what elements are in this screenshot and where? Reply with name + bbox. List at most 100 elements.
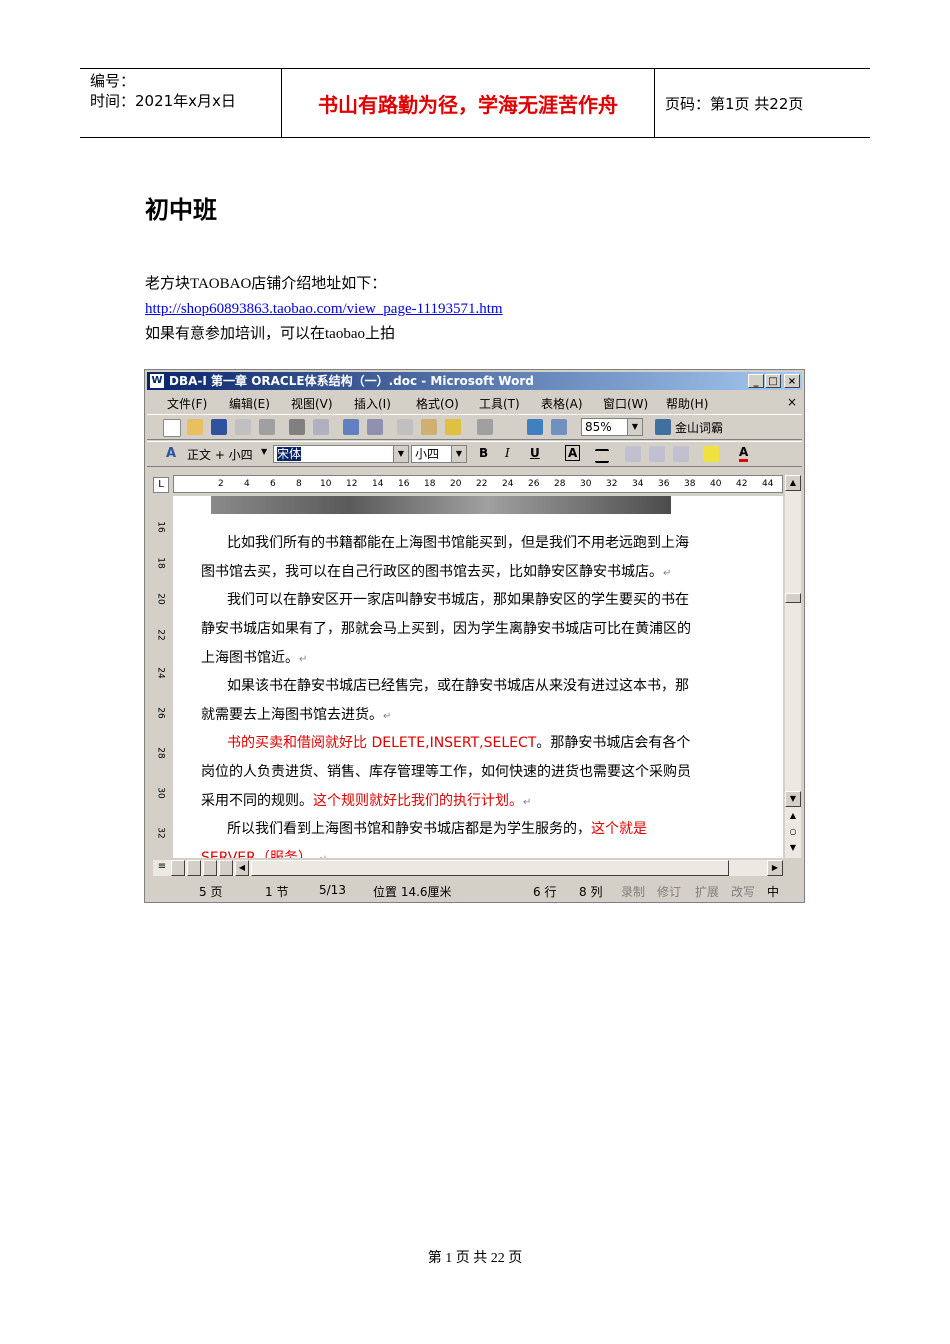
ruler-number: 40 (710, 479, 722, 489)
styles-pane-icon[interactable]: A (163, 446, 179, 462)
status-rec[interactable]: 录制 (621, 883, 645, 900)
email-icon[interactable] (259, 419, 275, 435)
vruler-number: 32 (155, 827, 166, 839)
tables-icon[interactable] (551, 419, 567, 435)
select-browse-object-icon[interactable]: ○ (785, 825, 801, 841)
font-combo[interactable]: 宋体 ▼ (273, 445, 409, 463)
scroll-right-button[interactable]: ▶ (767, 860, 783, 876)
menu-edit[interactable]: 编辑(E) (229, 395, 270, 412)
char-border-button[interactable]: A (565, 445, 581, 461)
scroll-down-button[interactable]: ▼ (785, 791, 801, 807)
permission-icon[interactable] (235, 419, 251, 435)
menu-table[interactable]: 表格(A) (541, 395, 583, 412)
window-title: DBA-I 第一章 ORACLE体系结构（一）.doc - Microsoft … (169, 374, 534, 388)
hscroll-thumb[interactable] (251, 860, 729, 876)
doc-line: 比如我们所有的书籍都能在上海图书馆能买到，但是我们不用老远跑到上海 (227, 535, 689, 551)
menu-file[interactable]: 文件(F) (167, 395, 207, 412)
chevron-down-icon[interactable]: ▼ (393, 446, 408, 462)
underline-button[interactable]: U (530, 446, 540, 460)
ruler-number: 2 (218, 479, 224, 489)
zoom-value: 85% (585, 420, 612, 434)
menu-close-doc[interactable]: × (787, 395, 797, 409)
shop-link[interactable]: http://shop60893863.taobao.com/view_page… (145, 301, 503, 317)
menu-window[interactable]: 窗口(W) (603, 395, 648, 412)
standard-toolbar: 85% ▼ 金山词霸 (147, 414, 802, 440)
vertical-scrollbar[interactable]: ▲ ▼ ▲ ○ ▼ (785, 475, 801, 858)
ruler-number: 10 (320, 479, 332, 489)
status-language: 中 (767, 885, 780, 899)
numbering-icon[interactable] (625, 446, 641, 462)
format-painter-icon[interactable] (445, 419, 461, 435)
intro-line-1: 老方块TAOBAO店铺介绍地址如下： (145, 276, 387, 292)
menu-tools[interactable]: 工具(T) (479, 395, 520, 412)
italic-button[interactable]: I (505, 446, 510, 460)
menu-bar: 文件(F) 编辑(E) 视图(V) 插入(I) 格式(O) 工具(T) 表格(A… (147, 392, 802, 412)
spelling-icon[interactable] (343, 419, 359, 435)
decrease-indent-icon[interactable] (673, 446, 689, 462)
chevron-down-icon[interactable]: ▼ (627, 419, 642, 435)
menu-help[interactable]: 帮助(H) (666, 395, 708, 412)
undo-icon[interactable] (477, 419, 493, 435)
scroll-up-button[interactable]: ▲ (785, 475, 801, 491)
header-motto: 书山有路勤为径，学海无涯苦作舟 (282, 69, 655, 137)
menu-view[interactable]: 视图(V) (291, 395, 333, 412)
print-view-icon[interactable] (187, 860, 201, 876)
save-icon[interactable] (211, 419, 227, 435)
bold-button[interactable]: B (479, 446, 488, 460)
status-ext[interactable]: 扩展 (695, 883, 719, 900)
scroll-thumb[interactable] (785, 593, 801, 603)
vruler-number: 26 (155, 707, 166, 719)
header-page-info: 页码：第1页 共22页 (665, 94, 804, 113)
vertical-ruler: 16 18 20 22 24 26 28 30 32 (153, 496, 171, 858)
print-icon[interactable] (289, 419, 305, 435)
ruler-number: 22 (476, 479, 488, 489)
vruler-number: 16 (155, 521, 166, 533)
status-ovr[interactable]: 改写 (731, 883, 755, 900)
open-icon[interactable] (187, 419, 203, 435)
ruler-number: 44 (762, 479, 774, 489)
ruler-number: 42 (736, 479, 748, 489)
menu-format[interactable]: 格式(O) (416, 395, 459, 412)
time-label: 时间：2021年x月x日 (90, 92, 236, 110)
menu-insert[interactable]: 插入(I) (354, 395, 391, 412)
doc-line: 上海图书馆近。↵ (201, 650, 308, 666)
dictionary-icon[interactable] (655, 419, 671, 435)
outline-view-icon[interactable] (203, 860, 217, 876)
chevron-down-icon[interactable]: ▼ (261, 447, 267, 456)
cut-icon[interactable] (397, 419, 413, 435)
scroll-left-button[interactable]: ◀ (235, 860, 249, 876)
highlight-icon[interactable] (703, 446, 719, 462)
page-header: 编号： 时间：2021年x月x日 书山有路勤为径，学海无涯苦作舟 页码：第1页 … (80, 68, 870, 138)
next-page-icon[interactable]: ▼ (785, 841, 801, 857)
document-area[interactable]: 比如我们所有的书籍都能在上海图书馆能买到，但是我们不用老远跑到上海 图书馆去买，… (173, 496, 783, 858)
vruler-number: 30 (155, 787, 166, 799)
maximize-button[interactable]: □ (765, 374, 781, 388)
status-trk[interactable]: 修订 (657, 883, 681, 900)
research-icon[interactable] (367, 419, 383, 435)
doc-line: 图书馆去买，我可以在自己行政区的图书馆去买，比如静安区静安书城店。↵ (201, 564, 672, 580)
previous-page-icon[interactable]: ▲ (785, 809, 801, 825)
new-icon[interactable] (163, 419, 181, 437)
hyperlink-icon[interactable] (527, 419, 543, 435)
dictionary-label[interactable]: 金山词霸 (675, 419, 723, 436)
zoom-combo[interactable]: 85% ▼ (581, 418, 643, 436)
minimize-button[interactable]: _ (748, 374, 764, 388)
status-column: 8 列 (579, 885, 603, 899)
horizontal-ruler[interactable]: 2 4 6 8 10 12 14 16 18 20 22 24 26 28 30… (173, 475, 783, 493)
normal-view-icon[interactable]: ≡ (155, 860, 169, 876)
chevron-down-icon[interactable]: ▼ (451, 446, 466, 462)
align-justify-icon[interactable] (595, 449, 609, 463)
style-combo[interactable]: 正文 + 小四 (187, 446, 253, 463)
reading-view-icon[interactable] (219, 860, 233, 876)
vruler-number: 20 (155, 593, 166, 605)
horizontal-scrollbar[interactable]: ≡ ◀ ▶ (153, 860, 783, 876)
tab-selector[interactable]: L (153, 477, 169, 493)
status-page: 5 页 (199, 885, 223, 899)
size-combo[interactable]: 小四 ▼ (411, 445, 467, 463)
font-color-button[interactable]: A (739, 445, 749, 462)
print-preview-icon[interactable] (313, 419, 329, 435)
paste-icon[interactable] (421, 419, 437, 435)
bullets-icon[interactable] (649, 446, 665, 462)
web-view-icon[interactable] (171, 860, 185, 876)
close-button[interactable]: × (784, 374, 800, 388)
